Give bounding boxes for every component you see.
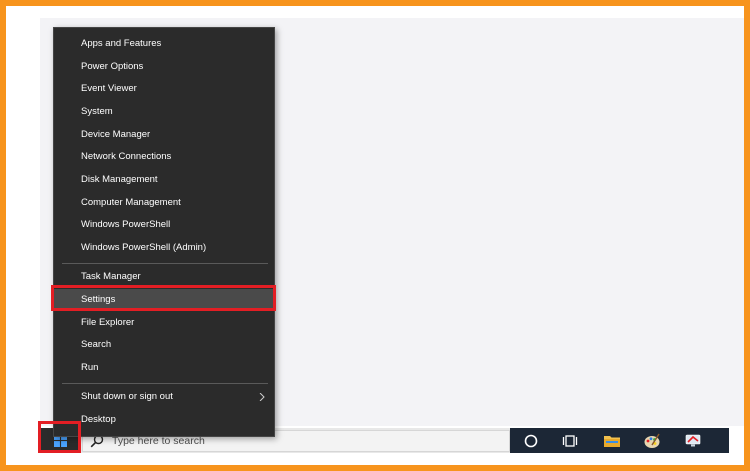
menu-item-task-manager[interactable]: Task Manager: [54, 266, 274, 288]
remote-desktop-icon[interactable]: [684, 432, 702, 450]
menu-item-apps-and-features[interactable]: Apps and Features: [54, 33, 274, 55]
cortana-circle-icon[interactable]: [522, 432, 540, 450]
menu-item-windows-powershell-admin[interactable]: Windows PowerShell (Admin): [54, 237, 274, 259]
menu-item-shut-down-or-sign-out[interactable]: Shut down or sign out: [54, 386, 274, 408]
winx-context-menu: Apps and Features Power Options Event Vi…: [53, 27, 275, 437]
menu-item-label: Shut down or sign out: [81, 391, 173, 402]
menu-item-disk-management[interactable]: Disk Management: [54, 169, 274, 191]
menu-item-computer-management[interactable]: Computer Management: [54, 192, 274, 214]
menu-item-network-connections[interactable]: Network Connections: [54, 146, 274, 168]
menu-separator: [62, 383, 268, 384]
menu-item-power-options[interactable]: Power Options: [54, 56, 274, 78]
menu-item-windows-powershell[interactable]: Windows PowerShell: [54, 214, 274, 236]
menu-separator: [62, 263, 268, 264]
paint-palette-icon[interactable]: [643, 432, 661, 450]
menu-item-device-manager[interactable]: Device Manager: [54, 124, 274, 146]
menu-item-run[interactable]: Run: [54, 357, 274, 379]
menu-item-event-viewer[interactable]: Event Viewer: [54, 78, 274, 100]
menu-item-file-explorer[interactable]: File Explorer: [54, 312, 274, 334]
menu-item-system[interactable]: System: [54, 101, 274, 123]
menu-item-search[interactable]: Search: [54, 334, 274, 356]
file-explorer-folder-icon[interactable]: [603, 432, 621, 450]
task-view-icon[interactable]: [561, 432, 579, 450]
chevron-right-icon: [259, 393, 265, 401]
menu-item-desktop[interactable]: Desktop: [54, 409, 274, 431]
menu-item-settings[interactable]: Settings: [54, 289, 274, 311]
taskbar-app-area: [510, 428, 729, 453]
